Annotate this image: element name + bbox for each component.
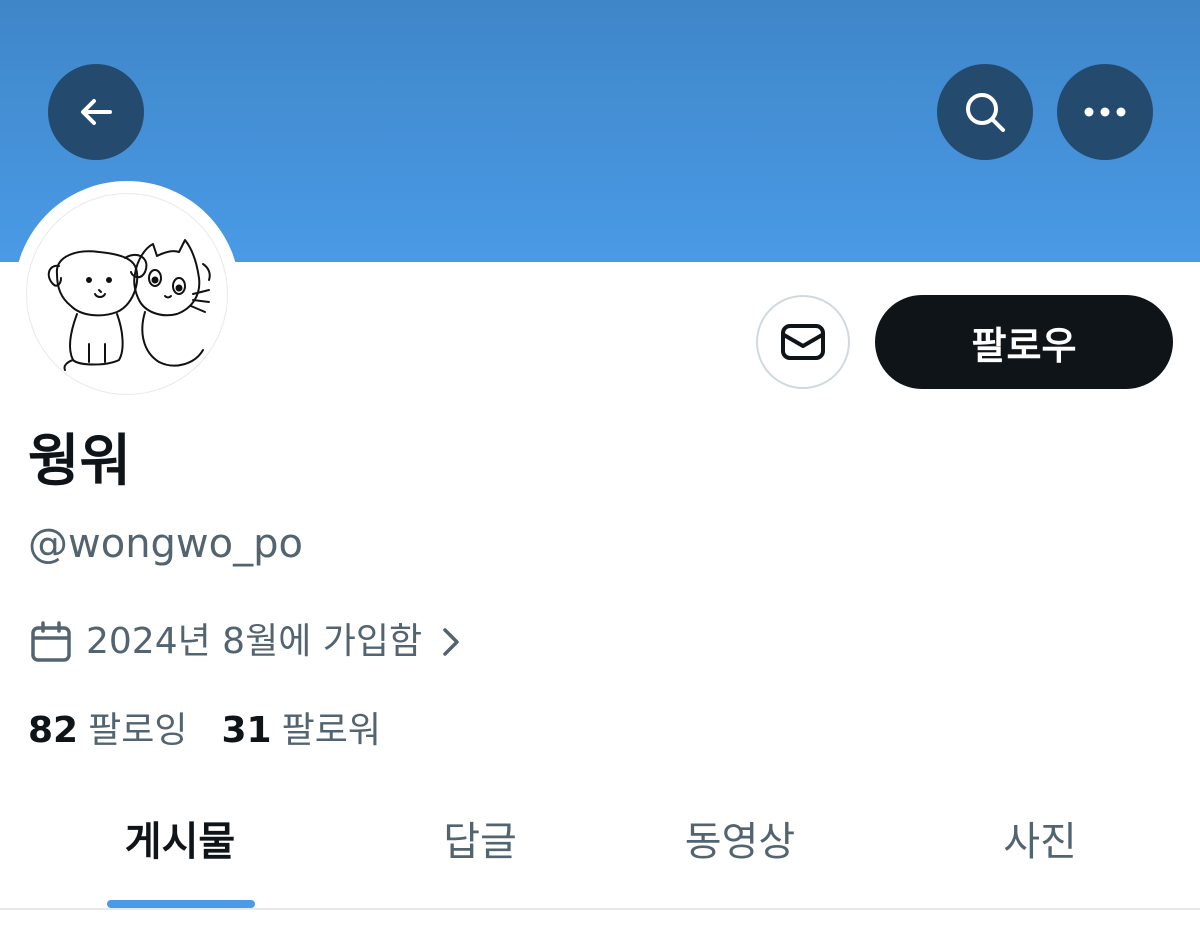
user-handle: @wongwo_po [28,521,303,567]
arrow-left-icon [81,99,112,125]
follow-stats: 82 팔로잉 31 팔로워 [28,703,381,759]
more-button[interactable] [1057,64,1153,160]
following-label: 팔로잉 [88,710,188,751]
chevron-right-icon [443,628,459,656]
join-date[interactable]: 2024년 8월에 가입함 [30,614,462,670]
profile-tabs: 게시물 답글 동영상 사진 [0,790,1200,908]
search-button[interactable] [937,64,1033,160]
tab-replies[interactable]: 답글 [360,812,600,872]
followers-link[interactable]: 31 팔로워 [221,703,380,759]
active-tab-indicator [107,900,255,908]
join-date-text: 2024년 8월에 가입함 [86,621,423,662]
following-link[interactable]: 82 팔로잉 [28,703,187,759]
back-button[interactable] [48,64,144,160]
message-button[interactable] [756,295,850,389]
follow-button[interactable]: 팔로우 [875,295,1173,389]
avatar-drawing [47,239,211,371]
tabs-divider [0,908,1200,910]
followers-label: 팔로워 [281,710,381,751]
more-horizontal-icon [1084,107,1126,117]
tab-photos[interactable]: 사진 [920,812,1160,872]
envelope-icon [781,324,825,360]
calendar-icon [31,621,71,662]
tab-videos[interactable]: 동영상 [620,812,860,872]
avatar-ring [14,181,240,407]
search-icon [966,93,1005,132]
tab-posts[interactable]: 게시물 [60,812,300,872]
avatar[interactable] [26,193,228,395]
followers-count: 31 [221,710,272,751]
following-count: 82 [28,710,79,751]
display-name: 웡워 [28,429,132,494]
